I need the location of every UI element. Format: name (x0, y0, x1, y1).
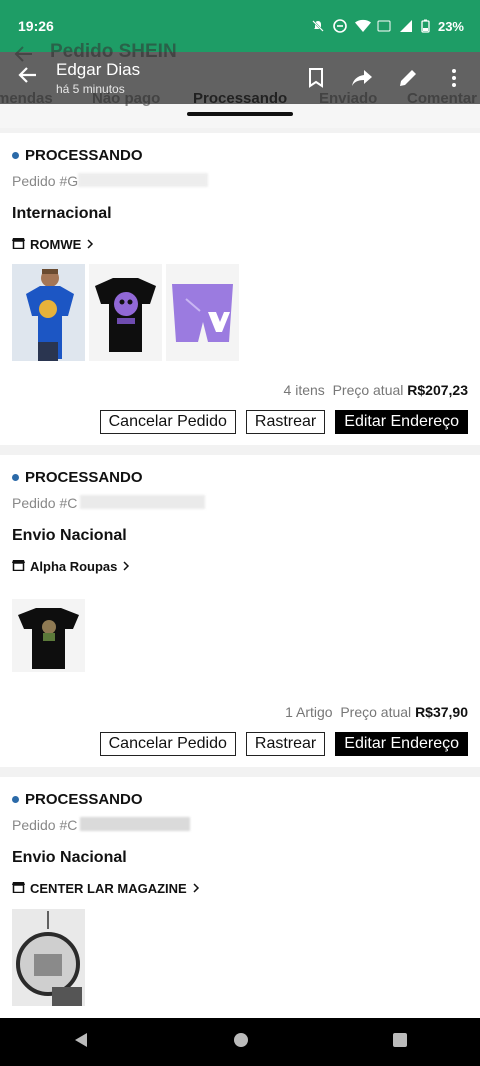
redacted-order-number (78, 173, 208, 187)
cancel-order-button[interactable]: Cancelar Pedido (99, 732, 236, 756)
back-arrow-icon[interactable] (0, 64, 56, 92)
wifi-icon (354, 19, 371, 33)
item-count: 4 itens (283, 382, 325, 398)
order-actions: Cancelar Pedido Rastrear Editar Endereço (99, 732, 468, 756)
status-dot (12, 152, 19, 159)
product-thumbnails (12, 264, 239, 361)
store-link[interactable]: ROMWE (12, 237, 94, 252)
store-icon (12, 881, 25, 896)
nav-home-icon[interactable] (233, 1032, 249, 1053)
store-icon (12, 237, 25, 252)
more-options-icon[interactable] (442, 66, 466, 90)
redacted-order-number (80, 495, 205, 509)
order-card: PROCESSANDO Pedido #C Envio Nacional Alp… (0, 455, 480, 767)
share-icon[interactable] (350, 66, 374, 90)
chevron-right-icon (86, 237, 94, 252)
product-thumbnails (12, 599, 85, 672)
shipping-type: Envio Nacional (12, 527, 127, 544)
store-name: Alpha Roupas (30, 559, 118, 574)
chevron-right-icon (192, 881, 200, 896)
active-tab-indicator (187, 112, 293, 116)
order-price: R$37,90 (415, 704, 468, 720)
order-card: PROCESSANDO Pedido #G Internacional ROMW… (0, 133, 480, 445)
order-actions: Cancelar Pedido Rastrear Editar Endereço (99, 410, 468, 434)
order-status: PROCESSANDO (12, 147, 143, 164)
price-label: Preço atual (332, 382, 404, 398)
track-button[interactable]: Rastrear (245, 732, 326, 756)
edit-icon[interactable] (396, 66, 420, 90)
order-number: Pedido #G (12, 173, 79, 189)
product-image[interactable] (166, 264, 239, 361)
order-summary: 4 itens Preço atual R$207,23 (284, 382, 468, 398)
store-link[interactable]: Alpha Roupas (12, 559, 130, 574)
sender-info: Edgar Dias há 5 minutos (56, 60, 140, 96)
store-name: ROMWE (30, 237, 82, 252)
order-status: PROCESSANDO (12, 791, 143, 808)
system-nav-bar (0, 1018, 480, 1066)
order-card: PROCESSANDO Pedido #C Envio Nacional CEN… (0, 777, 480, 1018)
edit-address-button[interactable]: Editar Endereço (335, 732, 468, 756)
store-icon (12, 559, 25, 574)
dnd-icon (333, 19, 347, 33)
store-link[interactable]: CENTER LAR MAGAZINE (12, 881, 200, 896)
product-image[interactable] (89, 264, 162, 361)
shipping-type: Envio Nacional (12, 849, 127, 866)
order-number: Pedido #C (12, 495, 78, 511)
product-image[interactable] (12, 264, 85, 361)
nav-back-icon[interactable] (72, 1031, 90, 1054)
store-name: CENTER LAR MAGAZINE (30, 881, 187, 896)
order-summary: 1 Artigo Preço atual R$37,90 (285, 704, 468, 720)
chevron-right-icon (122, 559, 130, 574)
toolbar-actions (304, 66, 480, 90)
product-image[interactable] (12, 599, 85, 672)
product-thumbnails (12, 909, 85, 1006)
message-toolbar: Edgar Dias há 5 minutos (0, 52, 480, 104)
shipping-type: Internacional (12, 205, 112, 222)
order-number: Pedido #C (12, 817, 78, 833)
status-icons: 23% (311, 19, 464, 34)
track-button[interactable]: Rastrear (245, 410, 326, 434)
signal-icon (399, 19, 413, 33)
battery-icon (421, 19, 430, 33)
volte-icon (377, 19, 391, 33)
order-price: R$207,23 (407, 382, 468, 398)
status-dot (12, 474, 19, 481)
order-status: PROCESSANDO (12, 469, 143, 486)
battery-percent: 23% (437, 18, 464, 34)
clock: 19:26 (18, 18, 54, 34)
edit-address-button[interactable]: Editar Endereço (335, 410, 468, 434)
status-dot (12, 796, 19, 803)
cancel-order-button[interactable]: Cancelar Pedido (99, 410, 236, 434)
price-label: Preço atual (340, 704, 412, 720)
sent-time: há 5 minutos (56, 82, 125, 96)
redacted-order-number (80, 817, 190, 831)
bookmark-icon[interactable] (304, 66, 328, 90)
mute-icon (311, 19, 325, 33)
sender-name: Edgar Dias (56, 60, 141, 79)
item-count: 1 Artigo (285, 704, 333, 720)
nav-recents-icon[interactable] (392, 1032, 408, 1053)
product-image[interactable] (12, 909, 85, 1006)
